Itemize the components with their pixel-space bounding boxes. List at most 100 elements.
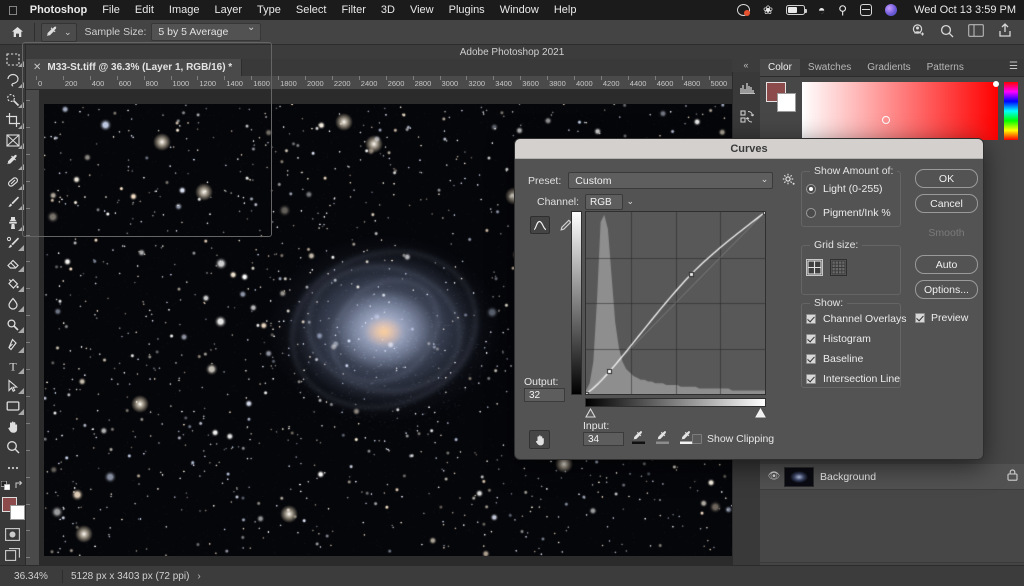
- zoom-level[interactable]: 36.34%: [0, 571, 62, 582]
- black-point-slider[interactable]: [585, 407, 596, 418]
- menu-photoshop[interactable]: Photoshop: [30, 4, 87, 16]
- dodge-tool[interactable]: [1, 314, 25, 334]
- radio-pigment[interactable]: [806, 208, 816, 218]
- tab-patterns[interactable]: Patterns: [919, 59, 972, 76]
- share-user-icon[interactable]: [911, 23, 926, 41]
- type-tool[interactable]: T: [1, 355, 25, 375]
- show-baseline-row[interactable]: Baseline: [806, 353, 906, 365]
- preset-select[interactable]: Custom: [568, 171, 774, 189]
- tab-color[interactable]: Color: [760, 59, 800, 76]
- siri-icon[interactable]: [885, 4, 898, 16]
- arrange-documents-icon[interactable]: [968, 24, 984, 40]
- color-field[interactable]: [802, 81, 999, 140]
- layer-row-background[interactable]: 👁 Background: [760, 464, 1024, 490]
- battery-icon[interactable]: [786, 5, 808, 15]
- histogram-checkbox[interactable]: [806, 334, 816, 344]
- show-histogram-row[interactable]: Histogram: [806, 333, 906, 345]
- show-channel-overlays-row[interactable]: Channel Overlays: [806, 313, 906, 325]
- background-color-swatch[interactable]: [9, 504, 25, 520]
- intersection-line-checkbox[interactable]: [806, 374, 816, 384]
- cancel-button[interactable]: Cancel: [915, 194, 978, 213]
- set-black-point-icon[interactable]: [632, 430, 645, 447]
- menu-edit[interactable]: Edit: [135, 4, 154, 16]
- eraser-tool[interactable]: [1, 253, 25, 273]
- timemachine-icon[interactable]: [736, 4, 750, 16]
- menu-view[interactable]: View: [410, 4, 434, 16]
- lock-icon[interactable]: [1007, 469, 1018, 484]
- panel-menu-icon[interactable]: ☰: [1009, 58, 1024, 76]
- amount-light-option[interactable]: Light (0-255): [806, 183, 883, 195]
- frame-tool[interactable]: [1, 131, 25, 151]
- amount-pigment-option[interactable]: Pigment/Ink %: [806, 207, 891, 219]
- color-cursor[interactable]: [882, 116, 890, 124]
- healing-brush-tool[interactable]: [1, 172, 25, 192]
- show-intersection-row[interactable]: Intersection Line: [806, 373, 906, 385]
- search-icon[interactable]: [940, 24, 954, 41]
- white-point-slider[interactable]: [755, 407, 766, 418]
- eye-icon[interactable]: 👁: [766, 471, 782, 482]
- menu-filter[interactable]: Filter: [341, 4, 365, 16]
- menu-layer[interactable]: Layer: [214, 4, 242, 16]
- hue-slider[interactable]: [1004, 82, 1018, 140]
- zoom-tool[interactable]: [1, 437, 25, 457]
- menu-window[interactable]: Window: [500, 4, 539, 16]
- crop-tool[interactable]: [1, 110, 25, 130]
- gear-icon[interactable]: [782, 173, 795, 189]
- default-colors-icon[interactable]: [0, 480, 11, 493]
- export-icon[interactable]: [998, 23, 1012, 41]
- lasso-tool[interactable]: [1, 69, 25, 89]
- output-value-field[interactable]: 32: [524, 388, 565, 402]
- edit-toolbar-icon[interactable]: [1, 457, 25, 477]
- history-brush-tool[interactable]: [1, 233, 25, 253]
- curve-grid[interactable]: [585, 211, 766, 395]
- preview-row[interactable]: Preview: [915, 312, 968, 324]
- pen-tool[interactable]: [1, 335, 25, 355]
- channel-select[interactable]: RGB: [585, 194, 634, 210]
- collapse-dock-icon[interactable]: «: [732, 59, 760, 72]
- curves-graph[interactable]: [571, 211, 766, 418]
- quickmask-icon[interactable]: [1, 524, 25, 544]
- menu-file[interactable]: File: [102, 4, 120, 16]
- preview-checkbox[interactable]: [915, 313, 925, 323]
- marquee-tool[interactable]: [1, 49, 25, 69]
- blur-tool[interactable]: [1, 294, 25, 314]
- background-color-chip[interactable]: [777, 93, 796, 112]
- menu-image[interactable]: Image: [169, 4, 200, 16]
- auto-button[interactable]: Auto: [915, 255, 978, 274]
- curve-plot[interactable]: [586, 212, 765, 394]
- input-value-field[interactable]: 34: [583, 432, 624, 446]
- active-tool-picker[interactable]: ⌄: [41, 22, 77, 42]
- menu-3d[interactable]: 3D: [381, 4, 395, 16]
- bluetooth-icon[interactable]: ❀: [763, 4, 773, 16]
- search-icon[interactable]: ⚲: [838, 4, 847, 16]
- chevron-down-icon[interactable]: ⌄: [64, 27, 72, 38]
- brush-tool[interactable]: [1, 192, 25, 212]
- swap-colors-icon[interactable]: [15, 480, 24, 493]
- eyedropper-tool[interactable]: [1, 151, 25, 171]
- radio-light[interactable]: [806, 184, 816, 194]
- show-clipping-row[interactable]: Show Clipping: [692, 433, 774, 445]
- actions-icon[interactable]: [733, 102, 761, 132]
- curve-point-icon[interactable]: [530, 216, 550, 234]
- targeted-adjustment-icon[interactable]: [529, 430, 550, 449]
- channel-overlays-checkbox[interactable]: [806, 314, 816, 324]
- options-button[interactable]: Options...: [915, 280, 978, 299]
- hand-tool[interactable]: [1, 417, 25, 437]
- histogram-icon[interactable]: [733, 72, 761, 102]
- apple-logo-icon[interactable]: : [8, 4, 18, 17]
- color-panel-swatches[interactable]: [766, 82, 796, 112]
- menu-select[interactable]: Select: [296, 4, 327, 16]
- menu-bar-clock[interactable]: Wed Oct 13 3:59 PM: [914, 4, 1016, 16]
- ok-button[interactable]: OK: [915, 169, 978, 188]
- show-clipping-checkbox[interactable]: [692, 434, 702, 444]
- layer-name[interactable]: Background: [820, 471, 876, 483]
- color-swatches[interactable]: [1, 496, 25, 520]
- screenmode-icon[interactable]: [1, 545, 25, 565]
- menu-help[interactable]: Help: [554, 4, 577, 16]
- object-selection-tool[interactable]: [1, 90, 25, 110]
- rectangle-tool[interactable]: [1, 396, 25, 416]
- chevron-right-icon[interactable]: ›: [197, 571, 200, 582]
- path-selection-tool[interactable]: [1, 376, 25, 396]
- menu-plugins[interactable]: Plugins: [449, 4, 485, 16]
- grid-quarter-tone-icon[interactable]: [806, 259, 823, 276]
